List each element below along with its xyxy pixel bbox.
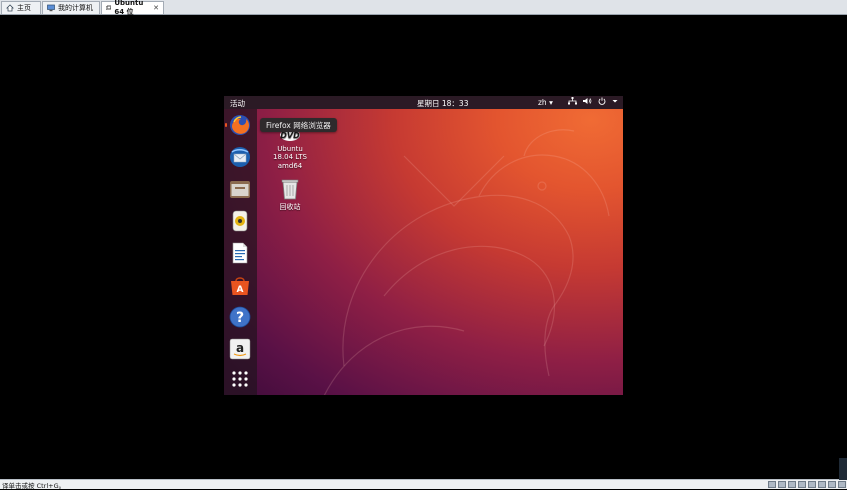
network-icon <box>568 97 577 105</box>
message-icon[interactable] <box>838 481 846 488</box>
tab-label: 主页 <box>17 4 31 12</box>
dropdown-arrow-icon <box>612 100 618 103</box>
trash-icon <box>281 179 299 200</box>
printer-icon[interactable] <box>818 481 826 488</box>
tab-label: 我的计算机 <box>58 4 93 12</box>
device-tray <box>768 481 846 488</box>
dock-tooltip: Firefox 网络浏览器 <box>260 118 337 132</box>
thunderbird-icon <box>230 147 250 167</box>
show-applications-icon <box>232 371 248 387</box>
vm-status-bar: 译单击或按 Ctrl+G。 <box>0 479 847 490</box>
desktop-icon-dvd[interactable]: DVD Ubuntu 18.04 LTS amd64 <box>266 128 314 170</box>
firefox-icon <box>230 115 250 135</box>
desktop-icon-label: Ubuntu <box>277 144 303 153</box>
svg-text:?: ? <box>236 310 244 326</box>
clock[interactable]: 星期日 18：33 <box>417 98 468 109</box>
desktop-icon-label: 18.04 LTS <box>273 153 307 161</box>
power-icon <box>598 97 606 105</box>
dock-item-files[interactable] <box>228 177 252 201</box>
dock-item-amazon[interactable]: a <box>228 337 252 361</box>
display-icon[interactable] <box>828 481 836 488</box>
dock-item-libreoffice-writer[interactable] <box>228 241 252 265</box>
activities-button[interactable]: 活动 <box>230 98 245 109</box>
dock-item-show-applications[interactable] <box>228 367 252 391</box>
dock: A ? a <box>224 109 257 395</box>
guest-screen[interactable]: 活动 星期日 18：33 zh ▾ A ? a DVD Ubuntu 18.04… <box>224 96 623 395</box>
libreoffice-writer-icon <box>232 242 248 264</box>
amazon-icon: a <box>229 338 251 360</box>
help-icon: ? <box>229 306 251 328</box>
dock-item-ubuntu-software[interactable]: A <box>228 273 252 297</box>
hdd-icon[interactable] <box>768 481 776 488</box>
tab-ubuntu-64[interactable]: Ubuntu 64 位 ✕ <box>101 0 164 16</box>
vm-tab-bar: 主页 我的计算机 Ubuntu 64 位 ✕ <box>0 0 847 16</box>
desktop-icon-trash[interactable]: 回收站 <box>266 178 314 211</box>
dock-item-rhythmbox[interactable] <box>228 209 252 233</box>
system-menu[interactable] <box>568 97 618 105</box>
tab-home[interactable]: 主页 <box>1 1 41 14</box>
desktop-icon-label: amd64 <box>277 161 303 170</box>
tab-my-computer[interactable]: 我的计算机 <box>42 1 100 14</box>
cdrom-icon[interactable] <box>778 481 786 488</box>
usb-icon[interactable] <box>798 481 806 488</box>
svg-text:A: A <box>237 285 244 295</box>
sound-icon[interactable] <box>808 481 816 488</box>
language-indicator[interactable]: zh ▾ <box>538 98 553 107</box>
volume-icon <box>583 98 592 104</box>
network-adapter-icon[interactable] <box>788 481 796 488</box>
rhythmbox-icon <box>232 210 248 232</box>
dock-item-help[interactable]: ? <box>228 305 252 329</box>
tab-label: Ubuntu 64 位 <box>114 0 144 16</box>
dock-item-thunderbird[interactable] <box>228 145 252 169</box>
resize-grip[interactable] <box>839 458 847 480</box>
desktop-icon-label: 回收站 <box>279 202 301 211</box>
close-icon[interactable]: ✕ <box>153 4 159 12</box>
files-icon <box>230 181 250 198</box>
svg-text:a: a <box>236 341 244 355</box>
computer-icon <box>47 4 55 12</box>
ubuntu-software-icon: A <box>231 277 249 295</box>
dock-item-firefox[interactable] <box>225 113 252 137</box>
guest-top-bar: 活动 星期日 18：33 zh ▾ <box>224 96 623 109</box>
home-icon <box>6 4 14 12</box>
svg-text:DVD: DVD <box>280 131 300 140</box>
vm-icon <box>106 5 112 10</box>
